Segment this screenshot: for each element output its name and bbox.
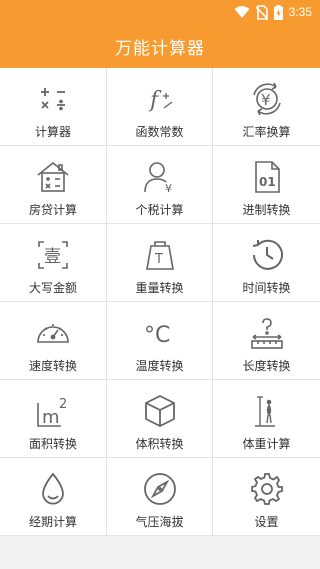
- celsius-text: °C: [144, 323, 170, 348]
- tool-label: 大写金额: [28, 281, 77, 295]
- tool-label: 面积转换: [28, 437, 77, 451]
- tool-label: 个税计算: [135, 203, 184, 217]
- house-calculator-icon: [34, 158, 72, 196]
- calculator-symbols-icon: [34, 80, 72, 118]
- drop-icon: [34, 470, 72, 508]
- function-symbol: f: [148, 88, 162, 113]
- tool-area-conversion[interactable]: m 2 面积转换: [0, 380, 107, 458]
- capital-amount-icon: 壹: [34, 236, 72, 274]
- weight-letter: T: [154, 252, 163, 267]
- tool-label: 长度转换: [242, 359, 291, 373]
- function-icon: f: [141, 80, 179, 118]
- tool-period[interactable]: 经期计算: [0, 458, 107, 536]
- tool-mortgage[interactable]: 房贷计算: [0, 146, 107, 224]
- cube-icon: [141, 392, 179, 430]
- tool-volume-conversion[interactable]: 体积转换: [107, 380, 213, 458]
- tool-label: 汇率换算: [242, 125, 291, 139]
- gear-icon: [248, 470, 286, 508]
- capital-char: 壹: [44, 247, 61, 267]
- weight-icon: T: [141, 236, 179, 274]
- status-time: 3:35: [288, 5, 312, 19]
- tool-base-conversion[interactable]: 01 进制转换: [213, 146, 320, 224]
- compass-icon: [141, 470, 179, 508]
- no-sim-icon: [255, 4, 268, 20]
- tool-grid: 计算器 f 函数常数 ¥ 汇率换算 房贷计算 ¥ 个税计算 01 进制转换 壹 …: [0, 68, 320, 536]
- tool-label: 速度转换: [28, 359, 77, 373]
- tool-label: 体重计算: [242, 437, 291, 451]
- status-bar: 3:35: [0, 0, 320, 24]
- celsius-icon: °C: [141, 314, 179, 352]
- tool-label: 气压海拔: [135, 515, 184, 529]
- yen-symbol: ¥: [261, 91, 271, 109]
- yen-exchange-icon: ¥: [248, 80, 286, 118]
- tool-pressure-altitude[interactable]: 气压海拔: [107, 458, 213, 536]
- tool-label: 温度转换: [135, 359, 184, 373]
- tool-settings[interactable]: 设置: [213, 458, 320, 536]
- tax-symbol: ¥: [165, 182, 172, 195]
- square-meter-icon: m 2: [34, 392, 72, 430]
- wifi-icon: [234, 6, 250, 18]
- tool-label: 经期计算: [28, 515, 77, 529]
- tool-label: 设置: [254, 515, 279, 529]
- tool-time-conversion[interactable]: 时间转换: [213, 224, 320, 302]
- tool-capital-amount[interactable]: 壹 大写金额: [0, 224, 107, 302]
- tool-label: 房贷计算: [28, 203, 77, 217]
- binary-text: 01: [259, 175, 276, 189]
- tool-function-constants[interactable]: f 函数常数: [107, 68, 213, 146]
- tool-label: 时间转换: [242, 281, 291, 295]
- tool-income-tax[interactable]: ¥ 个税计算: [107, 146, 213, 224]
- speedometer-icon: [34, 314, 72, 352]
- battery-charging-icon: [273, 4, 283, 20]
- tool-calculator[interactable]: 计算器: [0, 68, 107, 146]
- app-title: 万能计算器: [115, 38, 205, 59]
- tool-label: 进制转换: [242, 203, 291, 217]
- tool-speed-conversion[interactable]: 速度转换: [0, 302, 107, 380]
- tool-label: 体积转换: [135, 437, 184, 451]
- tool-label: 函数常数: [135, 125, 184, 139]
- m2-exponent: 2: [59, 397, 67, 412]
- app-bar: 万能计算器: [0, 24, 320, 68]
- tool-label: 计算器: [34, 125, 71, 139]
- tool-exchange-rate[interactable]: ¥ 汇率换算: [213, 68, 320, 146]
- tool-temperature-conversion[interactable]: °C 温度转换: [107, 302, 213, 380]
- tool-length-conversion[interactable]: 长度转换: [213, 302, 320, 380]
- tool-label: 重量转换: [135, 281, 184, 295]
- person-tax-icon: ¥: [141, 158, 179, 196]
- binary-file-icon: 01: [248, 158, 286, 196]
- status-icons: 3:35: [234, 3, 312, 21]
- clock-history-icon: [248, 236, 286, 274]
- body-weight-icon: [248, 392, 286, 430]
- ruler-question-icon: [248, 314, 286, 352]
- tool-body-weight[interactable]: 体重计算: [213, 380, 320, 458]
- tool-weight-conversion[interactable]: T 重量转换: [107, 224, 213, 302]
- m2-base: m: [42, 407, 60, 428]
